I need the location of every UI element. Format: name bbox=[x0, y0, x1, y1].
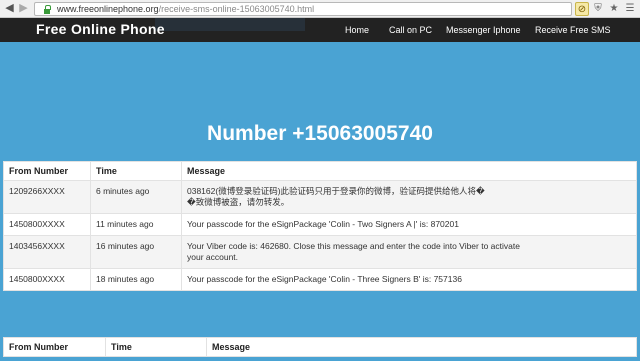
nav-link-home[interactable]: Home bbox=[345, 25, 369, 35]
bookmark-star-icon[interactable]: ★ bbox=[607, 2, 621, 16]
table-row: 1403456XXXX 16 minutes ago Your Viber co… bbox=[3, 235, 637, 269]
nav-link-call-on-pc[interactable]: Call on PC bbox=[389, 25, 432, 35]
forward-arrow-icon[interactable]: ▶ bbox=[17, 2, 30, 15]
address-bar[interactable]: www.freeonlinephone.org/receive-sms-onli… bbox=[34, 2, 572, 16]
message: Your passcode for the eSignPackage 'Coli… bbox=[181, 268, 637, 291]
column-header-time: Time bbox=[90, 161, 182, 181]
column-header-from: From Number bbox=[3, 337, 106, 357]
from-number: 1450800XXXX bbox=[3, 268, 91, 291]
url-text[interactable]: www.freeonlinephone.org/receive-sms-onli… bbox=[57, 4, 314, 15]
table-header-row: From Number Time Message bbox=[3, 161, 637, 181]
sms-table-second: From Number Time Message bbox=[3, 337, 637, 357]
time: 11 minutes ago bbox=[90, 213, 182, 236]
message-line: your account. bbox=[187, 252, 239, 262]
back-arrow-icon[interactable]: ◀ bbox=[3, 2, 16, 15]
from-number: 1209266XXXX bbox=[3, 180, 91, 214]
message-line: Your Viber code is: 462680. Close this m… bbox=[187, 241, 520, 251]
menu-icon[interactable]: ☰ bbox=[623, 2, 637, 16]
message-line: �致微博被盗，请勿转发。 bbox=[187, 197, 290, 207]
message: 038162(微博登录验证码)此验证码只用于登录你的微博，验证码提供给他人将� �… bbox=[181, 180, 637, 214]
table-row: 1450800XXXX 11 minutes ago Your passcode… bbox=[3, 213, 637, 236]
nav-link-receive-free-sms[interactable]: Receive Free SMS bbox=[535, 25, 611, 35]
column-header-time: Time bbox=[105, 337, 207, 357]
table-row: 1450800XXXX 18 minutes ago Your passcode… bbox=[3, 268, 637, 291]
shield-icon[interactable]: ⛨ bbox=[591, 2, 605, 16]
lock-icon bbox=[44, 5, 51, 14]
site-navbar: Free Online Phone Home Call on PC Messen… bbox=[0, 18, 640, 42]
column-header-message: Message bbox=[181, 161, 637, 181]
url-host: www.freeonlinephone.org bbox=[57, 4, 159, 14]
from-number: 1450800XXXX bbox=[3, 213, 91, 236]
browser-toolbar: ◀ ▶ www.freeonlinephone.org/receive-sms-… bbox=[0, 0, 640, 18]
url-path: /receive-sms-online-15063005740.html bbox=[158, 4, 315, 14]
message: Your passcode for the eSignPackage 'Coli… bbox=[181, 213, 637, 236]
sms-table: From Number Time Message 1209266XXXX 6 m… bbox=[3, 161, 637, 291]
site-brand[interactable]: Free Online Phone bbox=[36, 21, 165, 37]
time: 6 minutes ago bbox=[90, 180, 182, 214]
table-header-row: From Number Time Message bbox=[3, 337, 637, 357]
page-title: Number +15063005740 bbox=[207, 122, 433, 145]
nav-link-messenger-iphone[interactable]: Messenger Iphone bbox=[446, 25, 521, 35]
time: 16 minutes ago bbox=[90, 235, 182, 269]
time: 18 minutes ago bbox=[90, 268, 182, 291]
column-header-from: From Number bbox=[3, 161, 91, 181]
message: Your Viber code is: 462680. Close this m… bbox=[181, 235, 637, 269]
from-number: 1403456XXXX bbox=[3, 235, 91, 269]
overlay-strip bbox=[155, 18, 305, 31]
block-icon[interactable]: ⊘ bbox=[575, 2, 589, 16]
table-row: 1209266XXXX 6 minutes ago 038162(微博登录验证码… bbox=[3, 180, 637, 214]
message-line: 038162(微博登录验证码)此验证码只用于登录你的微博，验证码提供给他人将� bbox=[187, 186, 485, 196]
column-header-message: Message bbox=[206, 337, 637, 357]
